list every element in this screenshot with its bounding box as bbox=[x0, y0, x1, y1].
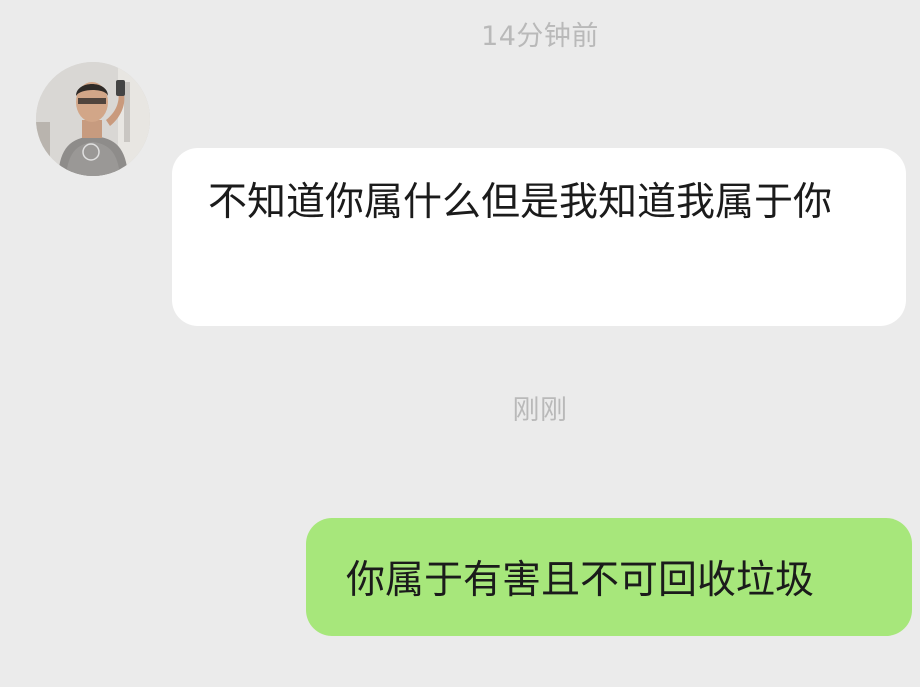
incoming-message-bubble[interactable]: 不知道你属什么但是我知道我属于你 bbox=[172, 148, 906, 326]
chat-conversation: 14分钟前 不知道你属什么但是我知道我属于你 刚刚 你属于有害且不可回收垃圾 bbox=[0, 0, 920, 687]
outgoing-message-bubble[interactable]: 你属于有害且不可回收垃圾 bbox=[306, 518, 912, 636]
avatar-photo-icon bbox=[36, 62, 150, 176]
message-timestamp: 14分钟前 bbox=[481, 21, 599, 52]
outgoing-message-text: 你属于有害且不可回收垃圾 bbox=[346, 558, 815, 603]
incoming-message-text: 不知道你属什么但是我知道我属于你 bbox=[208, 180, 833, 225]
sender-avatar[interactable] bbox=[36, 62, 150, 176]
message-timestamp: 刚刚 bbox=[512, 395, 568, 426]
